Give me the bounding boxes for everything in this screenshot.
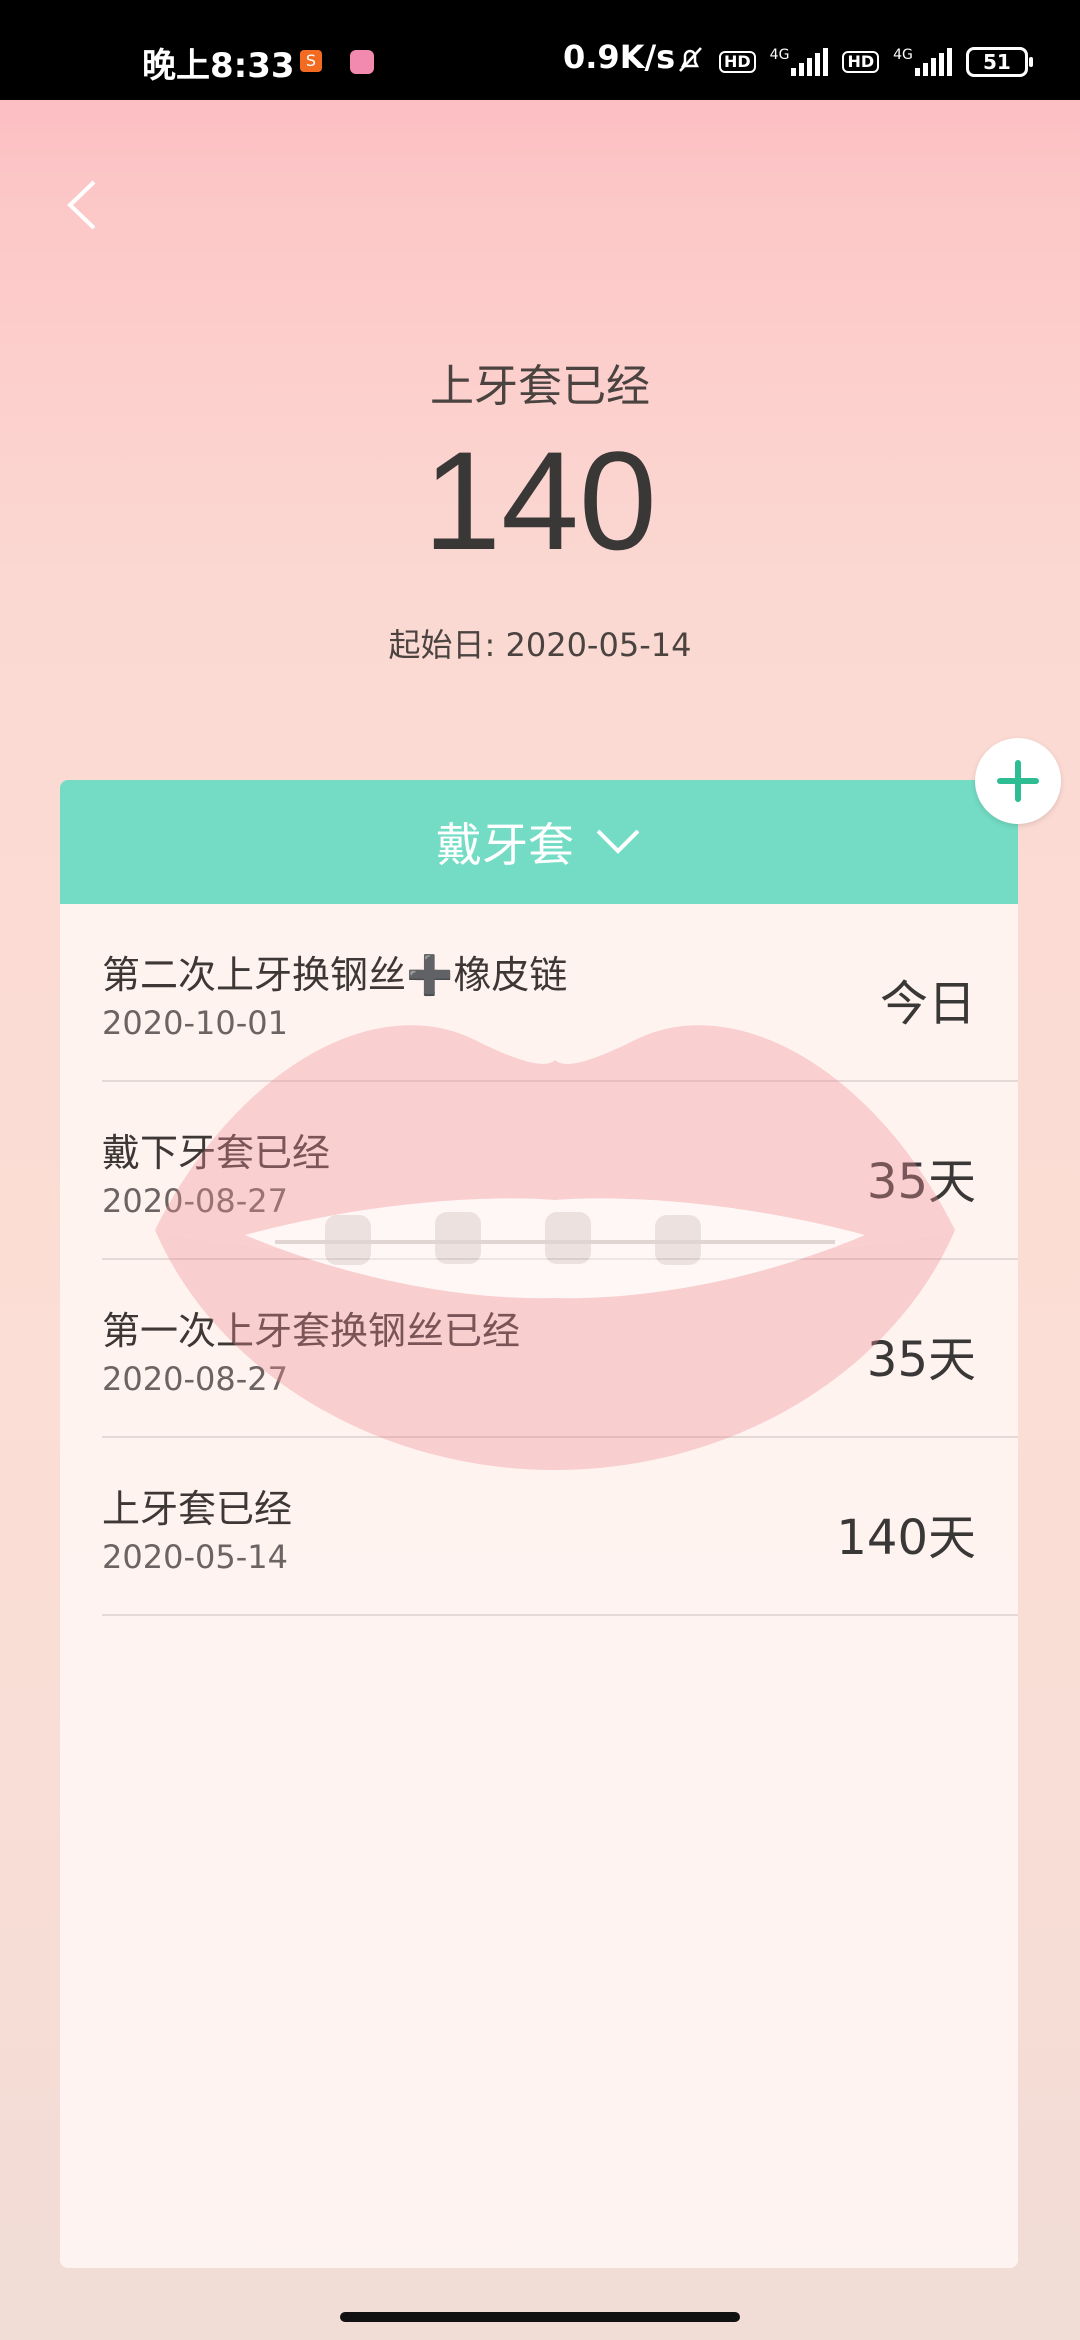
chevron-down-icon — [596, 829, 640, 854]
hd-badge: HD — [719, 51, 756, 73]
add-event-button[interactable] — [975, 738, 1061, 824]
status-time: 晚上8:33 — [142, 46, 295, 86]
notification-app-icon-2 — [350, 50, 374, 74]
lips-illustration — [155, 1025, 955, 1470]
status-bar: 晚上8:33 S 0.9K/s HD 4G HD 4G 51 — [0, 0, 1080, 100]
signal-icon-2: 4G — [893, 48, 952, 76]
screen: 晚上8:33 S 0.9K/s HD 4G HD 4G 51 上牙套已经 140… — [0, 0, 1080, 2340]
home-indicator[interactable] — [340, 2312, 740, 2322]
start-date: 起始日: 2020-05-14 — [388, 626, 692, 664]
battery-indicator: 51 — [965, 47, 1033, 77]
header-label: 上牙套已经 — [430, 361, 650, 412]
category-title: 戴牙套 — [436, 818, 574, 872]
hd-badge-2: HD — [842, 51, 880, 73]
back-button[interactable] — [60, 170, 120, 240]
mute-bell-icon — [675, 44, 705, 81]
status-icons: HD 4G HD 4G 51 — [675, 44, 1033, 81]
category-dropdown[interactable]: 戴牙套 — [60, 780, 1018, 904]
signal-icon: 4G — [770, 48, 829, 76]
event-date: 2020-05-14 — [102, 1538, 288, 1576]
network-speed: 0.9K/s — [563, 38, 676, 76]
chevron-left-icon — [67, 180, 96, 230]
day-count: 140 — [423, 422, 657, 579]
network-type-label: 4G — [769, 47, 790, 63]
notification-app-icon: S — [300, 50, 322, 72]
network-type-label-2: 4G — [893, 47, 913, 63]
plus-icon — [997, 760, 1039, 802]
